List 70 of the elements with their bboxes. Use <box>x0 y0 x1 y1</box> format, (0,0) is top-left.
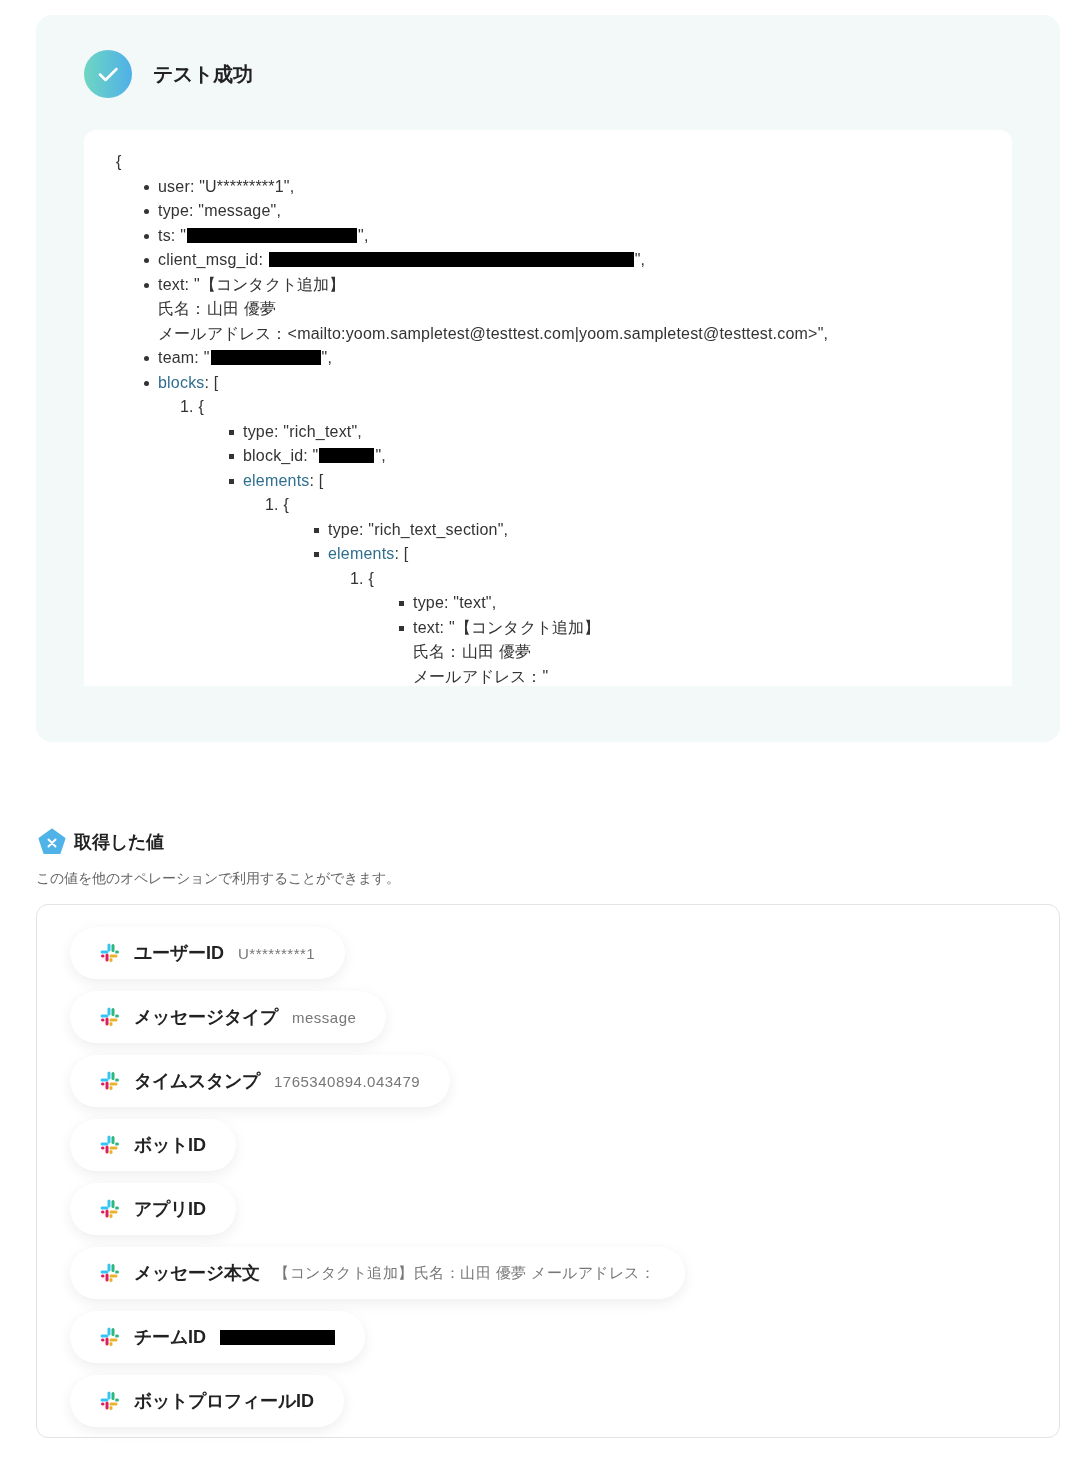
value-chip[interactable]: メッセージ本文 【コンタクト追加】氏名：山田 優夢 メールアドレス： <box>70 1247 686 1299</box>
code-text: type: "rich_text", <box>243 422 362 440</box>
code-text: : [ <box>204 373 219 391</box>
chip-label: チームID <box>134 1326 206 1349</box>
bullet <box>229 454 234 459</box>
code-text: client_msg_id: <box>158 251 265 268</box>
chip-value: message <box>292 1008 357 1026</box>
chip-label: ボットプロフィールID <box>134 1390 314 1413</box>
chip-label: ボットID <box>134 1134 206 1157</box>
bullet <box>314 552 319 557</box>
code-key: elements <box>243 471 310 489</box>
bullet <box>314 527 319 533</box>
code-text: ts: " <box>158 226 186 244</box>
code-text: : [ <box>309 471 324 489</box>
slack-icon <box>100 1263 120 1283</box>
chip-value: 1765340894.043479 <box>274 1072 421 1090</box>
status-title: テスト成功 <box>153 61 253 87</box>
slack-icon <box>100 1391 120 1411</box>
bullet <box>399 625 404 631</box>
value-chip[interactable]: ボットID <box>70 1119 236 1171</box>
bullet <box>229 478 234 484</box>
chip-label: メッセージ本文 <box>134 1262 260 1285</box>
code-key: elements <box>328 545 395 562</box>
value-chip[interactable]: ボットプロフィールID <box>70 1375 344 1427</box>
code-text: user: "U*********1", <box>158 177 295 195</box>
bullet <box>144 184 149 190</box>
slack-icon <box>100 1135 120 1155</box>
value-chip[interactable]: チームID <box>70 1311 365 1363</box>
value-chip[interactable]: タイムスタンプ 1765340894.043479 <box>70 1055 451 1107</box>
chip-label: アプリID <box>134 1198 206 1221</box>
bullet <box>144 258 149 263</box>
code-text: ", <box>375 447 386 464</box>
section-description: この値を他のオペレーションで利用することができます。 <box>36 870 401 888</box>
code-text: ", <box>358 226 369 244</box>
code-text: 1. { <box>265 495 290 515</box>
value-chip[interactable]: アプリID <box>70 1183 236 1235</box>
code-text: block_id: " <box>243 447 319 464</box>
slack-icon <box>100 1199 120 1219</box>
chip-value: U*********1 <box>238 944 316 962</box>
value-chip[interactable]: ユーザーID U*********1 <box>70 927 346 979</box>
bullet <box>399 601 404 606</box>
bullet <box>144 380 149 386</box>
bullet <box>229 429 234 435</box>
section-title: 取得した値 <box>74 831 164 854</box>
bullet <box>144 233 149 239</box>
code-text: 1. { <box>350 568 375 589</box>
code-text: { <box>116 152 123 172</box>
code-text: 1. { <box>180 397 205 417</box>
code-text: ", <box>634 251 646 268</box>
slack-icon <box>100 943 120 963</box>
slack-icon <box>100 1327 120 1347</box>
bullet <box>144 282 149 288</box>
code-text: text: "【コンタクト追加】 氏名：山田 優夢 メールアドレス：" <box>413 618 601 685</box>
chip-value: 【コンタクト追加】氏名：山田 優夢 メールアドレス： <box>274 1263 656 1283</box>
chip-label: ユーザーID <box>134 942 224 965</box>
code-text: type: "message", <box>158 202 282 219</box>
code-text: ", <box>321 349 333 366</box>
bullet <box>144 209 149 214</box>
value-chip[interactable]: メッセージタイプ message <box>70 991 387 1043</box>
chip-label: タイムスタンプ <box>134 1070 260 1093</box>
slack-icon <box>100 1007 120 1027</box>
code-text: team: " <box>158 349 210 366</box>
chip-label: メッセージタイプ <box>134 1006 278 1029</box>
code-text: type: "rich_text_section", <box>328 520 509 538</box>
code-key: blocks <box>158 373 205 391</box>
variable-icon <box>38 828 66 856</box>
code-text: type: "text", <box>413 594 497 611</box>
code-text: : [ <box>394 545 409 562</box>
slack-icon <box>100 1071 120 1091</box>
bullet <box>144 356 149 361</box>
